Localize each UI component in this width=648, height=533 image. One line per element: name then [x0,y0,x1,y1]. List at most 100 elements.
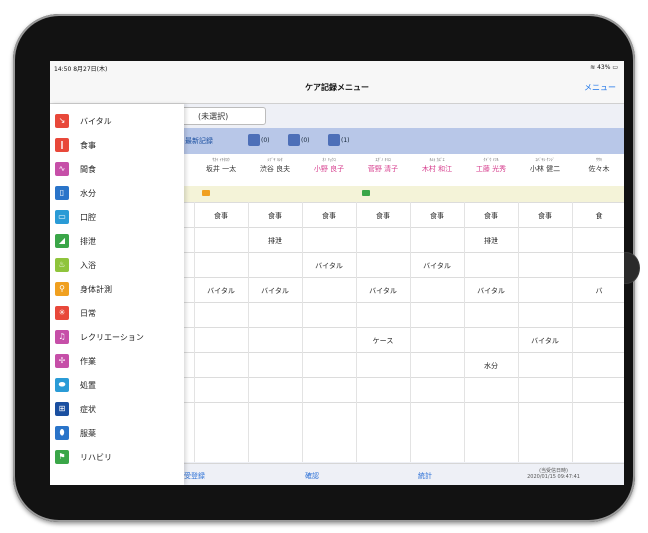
sidebar-item-label: 口腔 [80,213,96,222]
grid-line [302,202,303,462]
grid-cell[interactable]: バイタル [356,286,410,296]
resident-column-header[interactable]: ｷﾑﾗ ｶｽﾞｴ 木村 和江 [410,157,464,174]
register-button[interactable]: 受登録 [184,471,205,481]
sidebar-item[interactable]: ♨ 入浴 [50,255,184,276]
symptom-icon: ⊞ [55,402,69,416]
page-title: ケア記録メニュー [305,83,369,92]
sidebar-item[interactable]: ✳ 日常 [50,303,184,324]
medication-icon: ⬮ [55,426,69,440]
grid-line [184,202,624,203]
battery-indicator: ≋ 43% ▭ [590,64,618,71]
grid-cell[interactable]: 食事 [194,211,248,221]
resident-name: 小林 健二 [529,165,561,173]
sidebar-item[interactable]: ✢ 作業 [50,351,184,372]
document-icon [248,134,260,146]
resident-kana: ｸﾄﾞｳ ﾐﾂﾙ [483,157,499,162]
excretion-icon: ◢ [55,234,69,248]
vital-icon: ↘ [55,114,69,128]
tag-row [184,186,624,203]
resident-column-header[interactable]: ｽｶﾞﾉ ｷﾖｺ 菅野 清子 [356,157,410,174]
record-filter-3[interactable]: (1) [328,134,350,148]
battery-icon: ▭ [610,64,618,71]
resident-name: 小野 良子 [313,165,345,173]
nav-bar: ケア記録メニュー メニュー [50,73,624,104]
grid-cell[interactable]: ケース [356,336,410,346]
grid-cell[interactable]: バイタル [518,336,572,346]
grid-cell[interactable]: バイタル [248,286,302,296]
sidebar-item[interactable]: ▭ 口腔 [50,207,184,228]
snack-icon: ∿ [55,162,69,176]
sidebar-item-label: リハビリ [80,453,112,462]
resident-column-header[interactable]: ｻｶｲ ｲﾁﾀﾛｳ 坂井 一太 [194,157,248,174]
sidebar-item-label: 食事 [80,141,96,150]
sidebar-item[interactable]: ⊞ 症状 [50,399,184,420]
resident-kana: ｺﾊﾞﾔｼ ｹﾝｼﾞ [535,157,555,162]
resident-kana: ｵﾉ ﾘｮｳｺ [322,157,336,162]
resident-name: 木村 和江 [421,165,453,173]
grid-cell[interactable]: 食 [572,211,624,221]
bath-icon: ♨ [55,258,69,272]
sidebar-item[interactable]: ⬬ 処置 [50,375,184,396]
status-time: 14:50 8月27日(木) [54,66,108,73]
screen: 14:50 8月27日(木) ≋ 43% ▭ ケア記録メニュー メニュー (未選… [50,61,624,485]
water-icon: ▯ [55,186,69,200]
tag-badge [202,190,210,196]
resident-name: 佐々木 [588,165,610,173]
grid-cell[interactable]: 水分 [464,361,518,371]
resident-column-header[interactable]: ｵﾉ ﾘｮｳｺ 小野 良子 [302,157,356,174]
grid-cell[interactable]: 食事 [248,211,302,221]
grid-line [184,227,624,228]
record-filter-1[interactable]: (0) [248,134,270,148]
status-bar: 14:50 8月27日(木) ≋ 43% ▭ [50,61,624,73]
grid-cell[interactable]: バイタル [410,261,464,271]
grid-line [518,202,519,462]
grid-cell[interactable]: 食事 [464,211,518,221]
grid-cell[interactable]: 食事 [356,211,410,221]
recent-records-button[interactable]: 最新記録 [185,136,213,146]
grid-line [184,377,624,378]
sidebar-item-label: レクリエーション [80,333,144,342]
grid-cell[interactable]: バ [572,286,624,296]
record-filter-2[interactable]: (0) [288,134,310,148]
confirm-button[interactable]: 確認 [305,471,319,481]
download-icon [288,134,300,146]
care-record-grid: 食事 食事 食事 食事 食事 食事 食事食排泄 排泄 バイタル バイタル バイタル バイタル バイタルバ… [184,202,624,462]
grid-line [184,277,624,278]
sidebar-item-label: 処置 [80,381,96,390]
resident-column-header[interactable]: ｺﾊﾞﾔｼ ｹﾝｼﾞ 小林 健二 [518,157,572,174]
sidebar-item[interactable]: ↘ バイタル [50,111,184,132]
grid-cell[interactable]: バイタル [302,261,356,271]
grid-cell[interactable]: 食事 [302,211,356,221]
sidebar-item[interactable]: ⬮ 服薬 [50,423,184,444]
sidebar-item[interactable]: ‖ 食事 [50,135,184,156]
rehab-icon: ⚑ [55,450,69,464]
resident-column-header[interactable]: ｸﾄﾞｳ ﾐﾂﾙ 工藤 光秀 [464,157,518,174]
grid-cell[interactable]: バイタル [464,286,518,296]
grid-line [572,202,573,462]
resident-column-header[interactable]: ｼﾌﾞﾔ ﾖｼｵ 渋谷 良夫 [248,157,302,174]
grid-cell[interactable]: 排泄 [464,236,518,246]
sidebar-item[interactable]: ⚑ リハビリ [50,447,184,468]
grid-cell[interactable]: 食事 [410,211,464,221]
sidebar-item-label: 間食 [80,165,96,174]
sidebar-item-label: 作業 [80,357,96,366]
menu-button[interactable]: メニュー [584,82,616,93]
sidebar-item-label: 排泄 [80,237,96,246]
recreation-icon: ♫ [55,330,69,344]
grid-cell[interactable]: バイタル [194,286,248,296]
sidebar-item[interactable]: ∿ 間食 [50,159,184,180]
grid-cell[interactable]: 食事 [518,211,572,221]
resident-selector[interactable]: (未選択) [174,107,266,125]
tag-badge [362,190,370,196]
sidebar-item[interactable]: ♫ レクリエーション [50,327,184,348]
sidebar-item[interactable]: ⚲ 身体計測 [50,279,184,300]
grid-line [184,352,624,353]
grid-line [356,202,357,462]
sidebar-item[interactable]: ▯ 水分 [50,183,184,204]
resident-kana: ｽｶﾞﾉ ｷﾖｺ [375,157,391,162]
grid-cell[interactable]: 排泄 [248,236,302,246]
stats-button[interactable]: 統計 [418,471,432,481]
sidebar-item-label: 症状 [80,405,96,414]
sidebar-item[interactable]: ◢ 排泄 [50,231,184,252]
resident-column-header[interactable]: ｻｻｷ 佐々木 [572,157,624,174]
